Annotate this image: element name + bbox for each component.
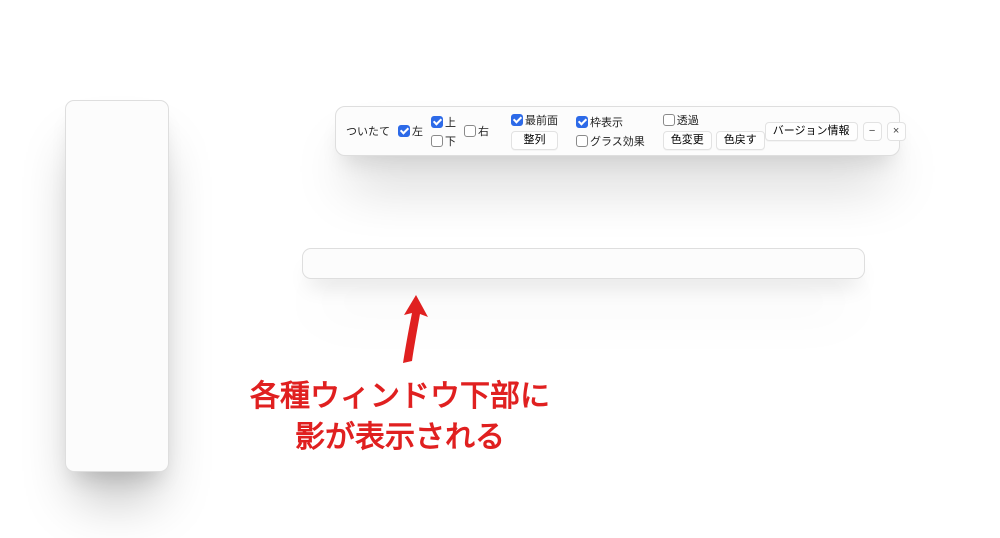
toolbar-main: ついたて 左 上 下 右 最前面 整列: [346, 112, 765, 150]
checkbox-icon: [576, 135, 588, 147]
close-button[interactable]: ×: [887, 122, 906, 141]
checkbox-label: 枠表示: [590, 114, 623, 130]
checkbox-label: 上: [445, 114, 456, 130]
annotation-line1: 各種ウィンドウ下部に: [250, 380, 550, 413]
checkbox-left[interactable]: 左: [398, 123, 423, 139]
column-topmost: 最前面 整列: [511, 112, 558, 150]
reset-color-button[interactable]: 色戻す: [716, 131, 765, 150]
checkbox-label: 下: [445, 133, 456, 149]
version-button[interactable]: バージョン情報: [765, 122, 858, 141]
annotation-arrow-icon: [400, 287, 440, 365]
checkbox-icon: [464, 125, 476, 137]
checkbox-label: グラス効果: [590, 133, 645, 149]
change-color-button[interactable]: 色変更: [663, 131, 712, 150]
checkbox-icon: [398, 125, 410, 137]
checkbox-label: 左: [412, 123, 423, 139]
checkbox-label: 最前面: [525, 112, 558, 128]
column-color: 透過 色変更 色戻す: [663, 112, 765, 150]
checkbox-icon: [511, 114, 523, 126]
vertical-pair: 上 下: [431, 114, 456, 149]
checkbox-icon: [576, 116, 588, 128]
toolbar-panel: ついたて 左 上 下 右 最前面 整列: [335, 106, 900, 156]
checkbox-glass[interactable]: グラス効果: [576, 133, 645, 149]
checkbox-icon: [663, 114, 675, 126]
app-title: ついたて: [346, 123, 390, 139]
toolbar-right: バージョン情報 − ×: [765, 122, 906, 141]
checkbox-label: 透過: [677, 112, 699, 128]
checkbox-topmost[interactable]: 最前面: [511, 112, 558, 128]
checkbox-transparent[interactable]: 透過: [663, 112, 765, 128]
color-buttons: 色変更 色戻す: [663, 131, 765, 150]
sidebar-panel: [65, 100, 169, 472]
checkbox-icon: [431, 116, 443, 128]
checkbox-label: 右: [478, 123, 489, 139]
annotation-text: 各種ウィンドウ下部に 影が表示される: [250, 376, 550, 459]
close-icon: ×: [893, 126, 899, 137]
checkbox-right[interactable]: 右: [464, 123, 489, 139]
minimize-button[interactable]: −: [863, 122, 882, 141]
column-frame: 枠表示 グラス効果: [576, 114, 645, 149]
checkbox-up[interactable]: 上: [431, 114, 456, 130]
minimize-icon: −: [869, 126, 875, 137]
align-button[interactable]: 整列: [511, 131, 558, 150]
annotation-line2: 影が表示される: [295, 421, 505, 454]
checkbox-icon: [431, 135, 443, 147]
checkbox-frame[interactable]: 枠表示: [576, 114, 645, 130]
checkbox-down[interactable]: 下: [431, 133, 456, 149]
bar-panel: [302, 248, 865, 279]
